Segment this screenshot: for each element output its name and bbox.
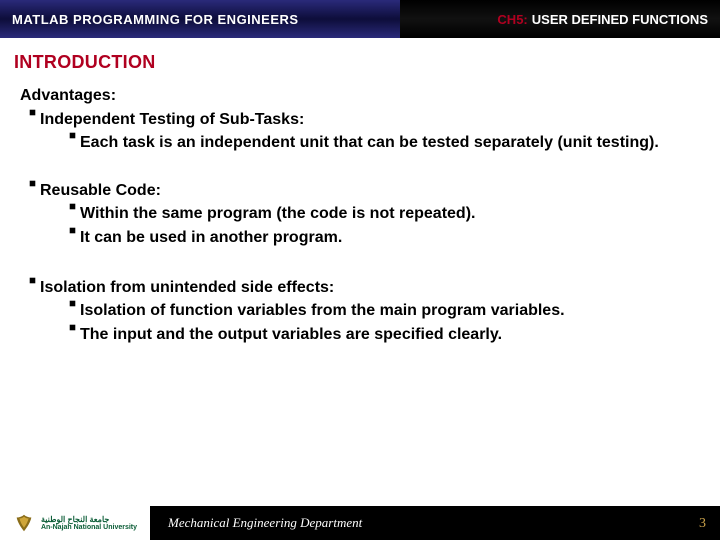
- page-number: 3: [699, 516, 706, 532]
- university-name-en: An-Najah National University: [41, 524, 137, 531]
- slide-content: Advantages: Independent Testing of Sub-T…: [0, 79, 720, 345]
- university-name-ar: جامعة النجاح الوطنية: [41, 516, 137, 524]
- chapter-name: USER DEFINED FUNCTIONS: [532, 12, 708, 27]
- square-bullet-icon: [64, 324, 80, 331]
- block-subitem: It can be used in another program.: [64, 227, 700, 249]
- slide-footer: جامعة النجاح الوطنية An-Najah National U…: [0, 506, 720, 540]
- block-subitem-text: It can be used in another program.: [80, 227, 700, 249]
- block-subitem: The input and the output variables are s…: [64, 324, 700, 346]
- content-block: Independent Testing of Sub-Tasks:Each ta…: [20, 109, 700, 154]
- section-heading: INTRODUCTION: [0, 38, 720, 79]
- block-heading: Reusable Code:: [24, 180, 700, 202]
- block-subitem-text: Within the same program (the code is not…: [80, 203, 700, 225]
- eagle-icon: [13, 512, 35, 534]
- block-subitem-text: Each task is an independent unit that ca…: [80, 132, 700, 154]
- content-lead: Advantages:: [20, 85, 700, 107]
- square-bullet-icon: [64, 132, 80, 139]
- square-bullet-icon: [24, 109, 40, 116]
- block-heading: Isolation from unintended side effects:: [24, 277, 700, 299]
- chapter-number: CH5:: [497, 12, 527, 27]
- university-logo: جامعة النجاح الوطنية An-Najah National U…: [0, 506, 150, 540]
- department-name: Mechanical Engineering Department: [168, 515, 362, 531]
- block-subitem-text: The input and the output variables are s…: [80, 324, 700, 346]
- slide-header: MATLAB PROGRAMMING FOR ENGINEERS CH5: US…: [0, 0, 720, 38]
- header-chapter-title: CH5: USER DEFINED FUNCTIONS: [400, 0, 720, 38]
- content-block: Reusable Code:Within the same program (t…: [20, 180, 700, 249]
- square-bullet-icon: [64, 227, 80, 234]
- block-heading: Independent Testing of Sub-Tasks:: [24, 109, 700, 131]
- header-course-title: MATLAB PROGRAMMING FOR ENGINEERS: [0, 0, 400, 38]
- block-subitem: Within the same program (the code is not…: [64, 203, 700, 225]
- block-subitem-text: Isolation of function variables from the…: [80, 300, 700, 322]
- content-block: Isolation from unintended side effects:I…: [20, 277, 700, 346]
- block-heading-text: Independent Testing of Sub-Tasks:: [40, 109, 700, 131]
- square-bullet-icon: [24, 180, 40, 187]
- block-subitem: Isolation of function variables from the…: [64, 300, 700, 322]
- university-name: جامعة النجاح الوطنية An-Najah National U…: [41, 516, 137, 531]
- square-bullet-icon: [64, 300, 80, 307]
- square-bullet-icon: [24, 277, 40, 284]
- block-heading-text: Isolation from unintended side effects:: [40, 277, 700, 299]
- block-heading-text: Reusable Code:: [40, 180, 700, 202]
- block-subitem: Each task is an independent unit that ca…: [64, 132, 700, 154]
- square-bullet-icon: [64, 203, 80, 210]
